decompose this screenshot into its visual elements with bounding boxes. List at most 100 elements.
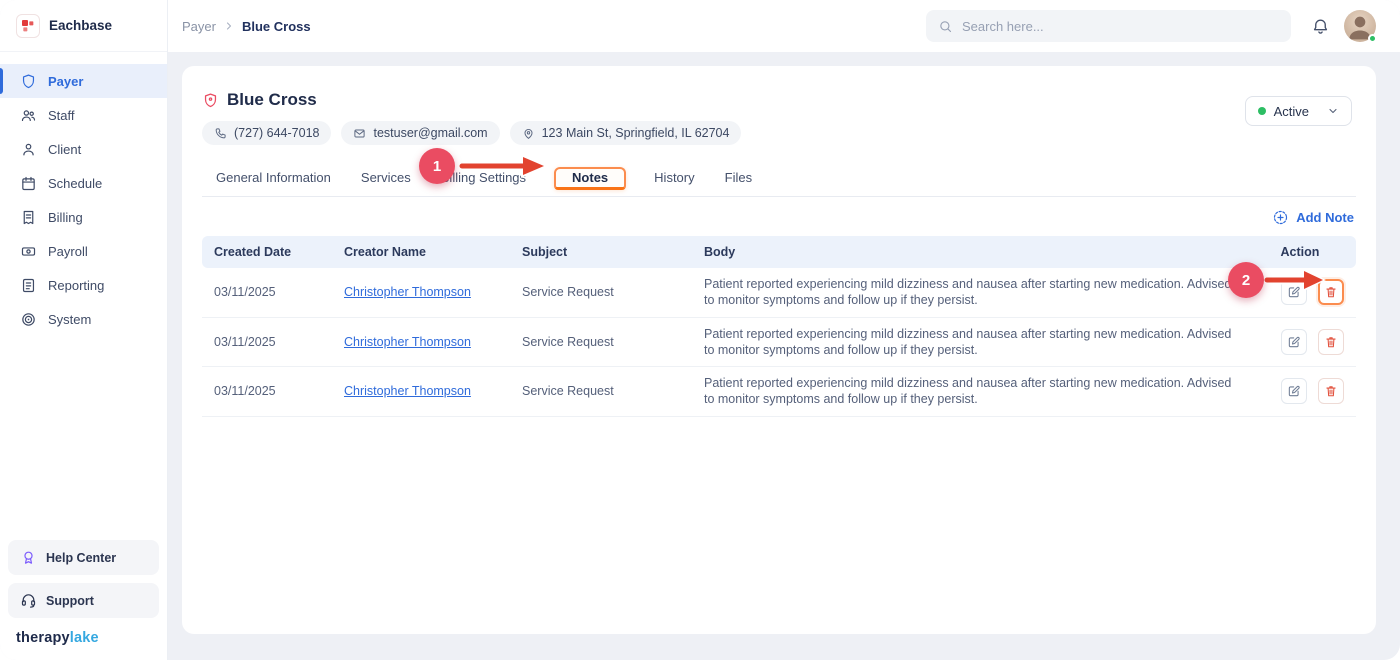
sidebar-bottom: Help Center Support bbox=[0, 532, 167, 618]
breadcrumb-current: Blue Cross bbox=[242, 19, 311, 34]
app-window: Eachbase Payer Staff Client Schedule Bil… bbox=[0, 0, 1400, 660]
header-action: Action bbox=[1251, 236, 1356, 268]
payer-title-row: Blue Cross bbox=[202, 90, 1356, 110]
tab-services[interactable]: Services bbox=[359, 159, 413, 196]
help-center-label: Help Center bbox=[46, 551, 116, 565]
note-body: Patient reported experiencing mild dizzi… bbox=[692, 367, 1251, 417]
address-value: 123 Main St, Springfield, IL 62704 bbox=[542, 126, 730, 140]
add-note-label: Add Note bbox=[1296, 210, 1354, 225]
note-subject: Service Request bbox=[510, 317, 692, 367]
notes-table: Created Date Creator Name Subject Body A… bbox=[202, 236, 1356, 417]
plus-circle-icon bbox=[1272, 209, 1289, 226]
email-icon bbox=[353, 127, 366, 140]
search-bar bbox=[926, 10, 1291, 42]
note-body: Patient reported experiencing mild dizzi… bbox=[692, 317, 1251, 367]
status-value: Active bbox=[1274, 104, 1309, 119]
annotation-step-2-badge: 2 bbox=[1228, 262, 1264, 298]
address-chip: 123 Main St, Springfield, IL 62704 bbox=[510, 121, 742, 145]
phone-value: (727) 644-7018 bbox=[234, 126, 319, 140]
sidebar-item-staff[interactable]: Staff bbox=[0, 98, 167, 132]
note-date: 03/11/2025 bbox=[202, 268, 332, 317]
support-button[interactable]: Support bbox=[8, 583, 159, 618]
note-actions bbox=[1251, 367, 1356, 417]
help-center-button[interactable]: Help Center bbox=[8, 540, 159, 575]
table-row: 03/11/2025 Christopher Thompson Service … bbox=[202, 367, 1356, 417]
creator-link[interactable]: Christopher Thompson bbox=[344, 384, 471, 398]
chevron-down-icon bbox=[1327, 105, 1339, 117]
page-title: Blue Cross bbox=[227, 90, 317, 110]
search-input[interactable] bbox=[962, 19, 1279, 34]
creator-link[interactable]: Christopher Thompson bbox=[344, 335, 471, 349]
note-subject: Service Request bbox=[510, 268, 692, 317]
sidebar-item-payroll[interactable]: Payroll bbox=[0, 234, 167, 268]
sidebar-item-label: Client bbox=[48, 142, 81, 157]
tab-general-information[interactable]: General Information bbox=[214, 159, 333, 196]
tab-files[interactable]: Files bbox=[723, 159, 754, 196]
sidebar-item-label: Payroll bbox=[48, 244, 88, 259]
delete-note-button[interactable] bbox=[1318, 378, 1344, 404]
headset-icon bbox=[19, 592, 37, 609]
sidebar-item-label: Billing bbox=[48, 210, 83, 225]
sidebar-item-label: Staff bbox=[48, 108, 75, 123]
sidebar-nav: Payer Staff Client Schedule Billing Payr… bbox=[0, 52, 167, 532]
breadcrumb: Payer Blue Cross bbox=[182, 19, 311, 34]
header-created-date: Created Date bbox=[202, 236, 332, 268]
payer-detail-card: Blue Cross Active (727) 644-7018 testuse… bbox=[182, 66, 1376, 634]
sidebar-item-schedule[interactable]: Schedule bbox=[0, 166, 167, 200]
map-pin-icon bbox=[522, 127, 535, 140]
notifications-bell-icon[interactable] bbox=[1311, 17, 1330, 36]
sidebar-item-billing[interactable]: Billing bbox=[0, 200, 167, 234]
sidebar-item-client[interactable]: Client bbox=[0, 132, 167, 166]
note-body: Patient reported experiencing mild dizzi… bbox=[692, 268, 1251, 317]
tab-bar: General Information Services Billing Set… bbox=[202, 159, 1356, 197]
email-value: testuser@gmail.com bbox=[373, 126, 487, 140]
users-icon bbox=[19, 107, 37, 124]
table-header-row: Created Date Creator Name Subject Body A… bbox=[202, 236, 1356, 268]
user-avatar[interactable] bbox=[1344, 10, 1376, 42]
delete-note-button[interactable] bbox=[1318, 329, 1344, 355]
contact-chips: (727) 644-7018 testuser@gmail.com 123 Ma… bbox=[202, 121, 1356, 145]
email-chip: testuser@gmail.com bbox=[341, 121, 499, 145]
note-date: 03/11/2025 bbox=[202, 317, 332, 367]
sidebar: Eachbase Payer Staff Client Schedule Bil… bbox=[0, 0, 168, 660]
edit-note-button[interactable] bbox=[1281, 329, 1307, 355]
calendar-icon bbox=[19, 175, 37, 192]
annotation-step-1-badge: 1 bbox=[419, 148, 455, 184]
phone-icon bbox=[214, 127, 227, 140]
creator-link[interactable]: Christopher Thompson bbox=[344, 285, 471, 299]
edit-note-button[interactable] bbox=[1281, 378, 1307, 404]
notes-tab-highlight-box: Notes bbox=[554, 167, 626, 190]
header-creator-name: Creator Name bbox=[332, 236, 510, 268]
header-body: Body bbox=[692, 236, 1251, 268]
header-subject: Subject bbox=[510, 236, 692, 268]
table-row: 03/11/2025 Christopher Thompson Service … bbox=[202, 268, 1356, 317]
search-icon bbox=[938, 19, 953, 34]
tab-history[interactable]: History bbox=[652, 159, 696, 196]
payer-shield-icon bbox=[202, 92, 219, 109]
table-row: 03/11/2025 Christopher Thompson Service … bbox=[202, 317, 1356, 367]
note-subject: Service Request bbox=[510, 367, 692, 417]
annotation-step-2-arrow bbox=[1262, 266, 1328, 294]
note-date: 03/11/2025 bbox=[202, 367, 332, 417]
add-note-row: Add Note bbox=[202, 209, 1356, 226]
tab-notes[interactable]: Notes bbox=[570, 159, 610, 196]
sidebar-item-label: Payer bbox=[48, 74, 83, 89]
person-icon bbox=[19, 141, 37, 158]
status-dropdown[interactable]: Active bbox=[1245, 96, 1352, 126]
therapylake-logo: therapylake bbox=[0, 618, 167, 660]
add-note-button[interactable]: Add Note bbox=[1272, 209, 1354, 226]
phone-chip: (727) 644-7018 bbox=[202, 121, 331, 145]
sidebar-item-system[interactable]: System bbox=[0, 302, 167, 336]
sidebar-item-label: Schedule bbox=[48, 176, 102, 191]
report-icon bbox=[19, 277, 37, 294]
banknote-icon bbox=[19, 243, 37, 260]
sidebar-item-reporting[interactable]: Reporting bbox=[0, 268, 167, 302]
brand-logo-icon bbox=[16, 14, 40, 38]
sidebar-item-payer[interactable]: Payer bbox=[0, 64, 167, 98]
brand-name: Eachbase bbox=[49, 18, 112, 33]
breadcrumb-payer[interactable]: Payer bbox=[182, 19, 216, 34]
status-green-dot bbox=[1258, 107, 1266, 115]
chevron-right-icon bbox=[223, 20, 235, 32]
sidebar-item-label: System bbox=[48, 312, 91, 327]
annotation-step-1-arrow bbox=[457, 152, 549, 180]
